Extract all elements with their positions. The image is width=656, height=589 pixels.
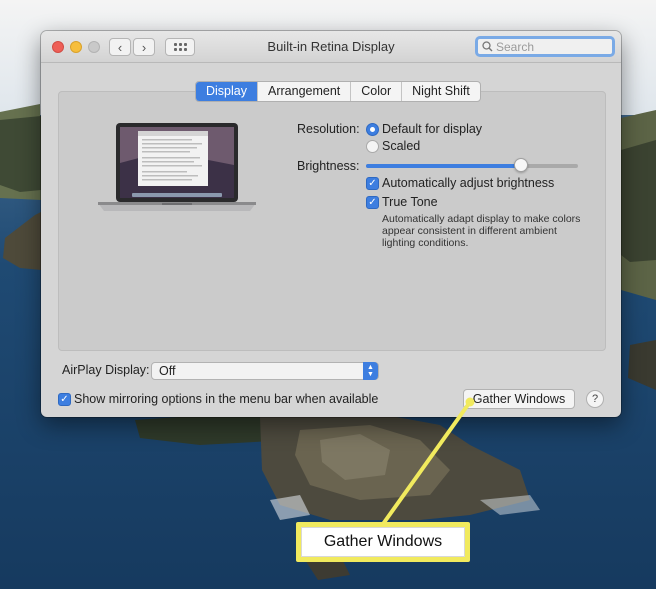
callout-box: Gather Windows	[296, 522, 470, 562]
tab-display[interactable]: Display	[196, 82, 257, 101]
tab-night-shift[interactable]: Night Shift	[401, 82, 480, 101]
tab-color[interactable]: Color	[350, 82, 401, 101]
callout-label: Gather Windows	[301, 527, 465, 557]
tab-bar: Display Arrangement Color Night Shift	[195, 81, 481, 102]
tab-arrangement[interactable]: Arrangement	[257, 82, 350, 101]
